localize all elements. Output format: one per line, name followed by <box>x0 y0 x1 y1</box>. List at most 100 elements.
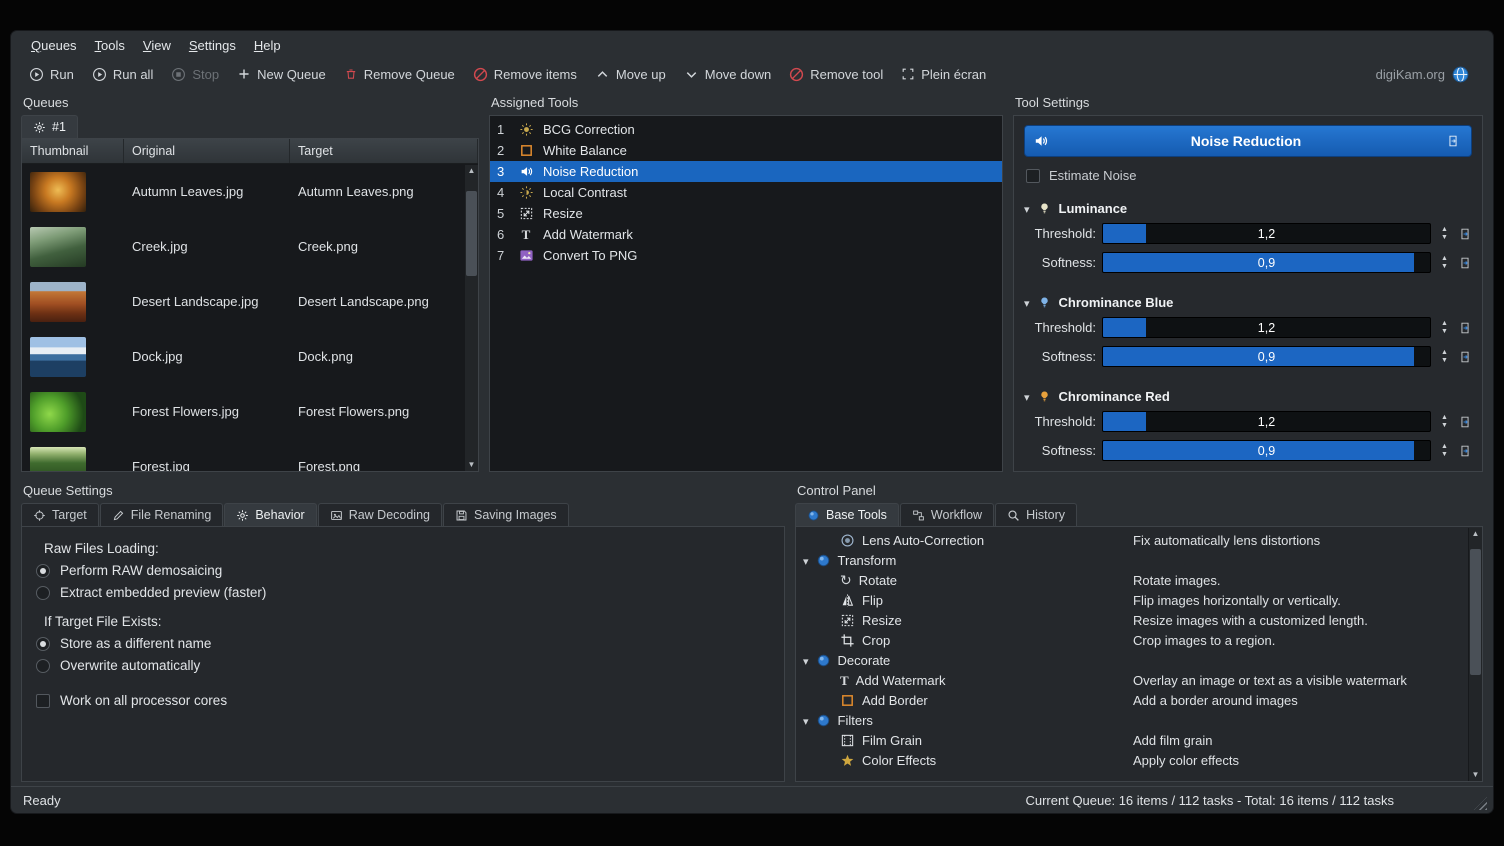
col-target[interactable]: Target <box>290 139 478 163</box>
col-original[interactable]: Original <box>124 139 290 163</box>
menu-view[interactable]: View <box>135 35 179 56</box>
expander-icon[interactable] <box>803 653 809 668</box>
queue-row[interactable]: Creek.jpg Creek.png <box>22 219 465 274</box>
fullscreen-button[interactable]: Plein écran <box>893 63 994 86</box>
assigned-tool-row[interactable]: 7 Convert To PNG <box>490 245 1002 266</box>
tree-item-lens-auto-correction[interactable]: Lens Auto-Correction Fix automatically l… <box>796 530 1468 550</box>
reset-tool-settings-button[interactable] <box>1443 131 1463 151</box>
expander-icon[interactable] <box>803 553 809 568</box>
softness-slider[interactable]: 0,9 <box>1102 346 1431 367</box>
move-up-button[interactable]: Move up <box>587 63 674 86</box>
tree-item-add-watermark[interactable]: Add Watermark Overlay an image or text a… <box>796 670 1468 690</box>
queue-row[interactable]: Autumn Leaves.jpg Autumn Leaves.png <box>22 164 465 219</box>
remove-queue-button[interactable]: Remove Queue <box>336 63 463 86</box>
control-panel-scrollbar[interactable] <box>1468 528 1482 781</box>
assigned-tool-row[interactable]: 6 Add Watermark <box>490 224 1002 245</box>
new-queue-button[interactable]: New Queue <box>229 63 334 86</box>
tab-saving-images[interactable]: Saving Images <box>443 503 569 526</box>
menu-tools[interactable]: Tools <box>87 35 133 56</box>
reset-value-button[interactable] <box>1458 415 1472 429</box>
spin-down-icon[interactable] <box>1437 451 1452 459</box>
radio-store-different-name[interactable]: Store as a different name <box>36 636 770 651</box>
spin-up-icon[interactable] <box>1437 414 1452 422</box>
scroll-up-icon[interactable] <box>468 165 476 177</box>
checkbox-work-all-cores[interactable]: Work on all processor cores <box>36 693 770 708</box>
remove-tool-button[interactable]: Remove tool <box>781 63 891 86</box>
spin-up-icon[interactable] <box>1437 349 1452 357</box>
spinbox[interactable] <box>1437 255 1452 271</box>
spinbox[interactable] <box>1437 443 1452 459</box>
scroll-thumb[interactable] <box>466 191 477 276</box>
spin-up-icon[interactable] <box>1437 443 1452 451</box>
assigned-tool-row[interactable]: 1 BCG Correction <box>490 119 1002 140</box>
queue-row[interactable]: Forest Flowers.jpg Forest Flowers.png <box>22 384 465 439</box>
tree-item-add-border[interactable]: Add Border Add a border around images <box>796 690 1468 710</box>
tab-behavior[interactable]: Behavior <box>224 503 316 526</box>
threshold-slider[interactable]: 1,2 <box>1102 411 1431 432</box>
queues-scrollbar[interactable] <box>464 165 478 471</box>
menu-queues[interactable]: Queues <box>23 35 85 56</box>
tree-item-film-grain[interactable]: Film Grain Add film grain <box>796 730 1468 750</box>
queue-row[interactable]: Forest.jpg Forest.png <box>22 439 465 471</box>
spinbox[interactable] <box>1437 414 1452 430</box>
tree-item-flip[interactable]: Flip Flip images horizontally or vertica… <box>796 590 1468 610</box>
tree-item-crop[interactable]: Crop Crop images to a region. <box>796 630 1468 650</box>
checkbox-icon[interactable] <box>36 694 50 708</box>
assigned-tool-row[interactable]: 2 White Balance <box>490 140 1002 161</box>
assigned-tool-row[interactable]: 4 Local Contrast <box>490 182 1002 203</box>
radio-overwrite-automatically[interactable]: Overwrite automatically <box>36 658 770 673</box>
radio-icon[interactable] <box>36 586 50 600</box>
tree-item-resize[interactable]: Resize Resize images with a customized l… <box>796 610 1468 630</box>
tree-category-decorate[interactable]: Decorate <box>796 650 1468 670</box>
reset-value-button[interactable] <box>1458 256 1472 270</box>
run-button[interactable]: Run <box>21 63 82 86</box>
tab-file-renaming[interactable]: File Renaming <box>100 503 224 526</box>
scroll-down-icon[interactable] <box>1472 769 1480 781</box>
reset-value-button[interactable] <box>1458 444 1472 458</box>
menu-settings[interactable]: Settings <box>181 35 244 56</box>
radio-extract-embedded-preview[interactable]: Extract embedded preview (faster) <box>36 585 770 600</box>
radio-perform-raw-demosaicing[interactable]: Perform RAW demosaicing <box>36 563 770 578</box>
tab-base-tools[interactable]: Base Tools <box>795 503 899 526</box>
softness-slider[interactable]: 0,9 <box>1102 252 1431 273</box>
spin-up-icon[interactable] <box>1437 226 1452 234</box>
reset-value-button[interactable] <box>1458 350 1472 364</box>
spin-down-icon[interactable] <box>1437 263 1452 271</box>
reset-value-button[interactable] <box>1458 227 1472 241</box>
spin-down-icon[interactable] <box>1437 357 1452 365</box>
spin-up-icon[interactable] <box>1437 320 1452 328</box>
section-chrominance-red-header[interactable]: Chrominance Red <box>1024 387 1472 411</box>
spinbox[interactable] <box>1437 320 1452 336</box>
assigned-tool-row-selected[interactable]: 3 Noise Reduction <box>490 161 1002 182</box>
queue-row[interactable]: Desert Landscape.jpg Desert Landscape.pn… <box>22 274 465 329</box>
tree-item-rotate[interactable]: Rotate Rotate images. <box>796 570 1468 590</box>
scroll-down-icon[interactable] <box>468 459 476 471</box>
menu-help[interactable]: Help <box>246 35 289 56</box>
resize-grip[interactable] <box>1474 797 1487 810</box>
radio-selected-icon[interactable] <box>36 637 50 651</box>
spinbox[interactable] <box>1437 226 1452 242</box>
tree-category-transform[interactable]: Transform <box>796 550 1468 570</box>
queue-tab-1[interactable]: #1 <box>21 115 78 138</box>
section-luminance-header[interactable]: Luminance <box>1024 199 1472 223</box>
remove-items-button[interactable]: Remove items <box>465 63 585 86</box>
tab-history[interactable]: History <box>995 503 1077 526</box>
tree-category-filters[interactable]: Filters <box>796 710 1468 730</box>
radio-selected-icon[interactable] <box>36 564 50 578</box>
move-down-button[interactable]: Move down <box>676 63 779 86</box>
tree-item-color-effects[interactable]: Color Effects Apply color effects <box>796 750 1468 770</box>
scroll-track[interactable] <box>465 177 478 459</box>
scroll-thumb[interactable] <box>1470 549 1481 675</box>
queue-row[interactable]: Dock.jpg Dock.png <box>22 329 465 384</box>
scroll-up-icon[interactable] <box>1472 528 1480 540</box>
tab-target[interactable]: Target <box>21 503 99 526</box>
radio-icon[interactable] <box>36 659 50 673</box>
expander-icon[interactable] <box>803 713 809 728</box>
threshold-slider[interactable]: 1,2 <box>1102 317 1431 338</box>
spin-up-icon[interactable] <box>1437 255 1452 263</box>
assigned-tool-row[interactable]: 5 Resize <box>490 203 1002 224</box>
estimate-noise-checkbox[interactable] <box>1026 169 1040 183</box>
section-chrominance-blue-header[interactable]: Chrominance Blue <box>1024 293 1472 317</box>
reset-value-button[interactable] <box>1458 321 1472 335</box>
softness-slider[interactable]: 0,9 <box>1102 440 1431 461</box>
